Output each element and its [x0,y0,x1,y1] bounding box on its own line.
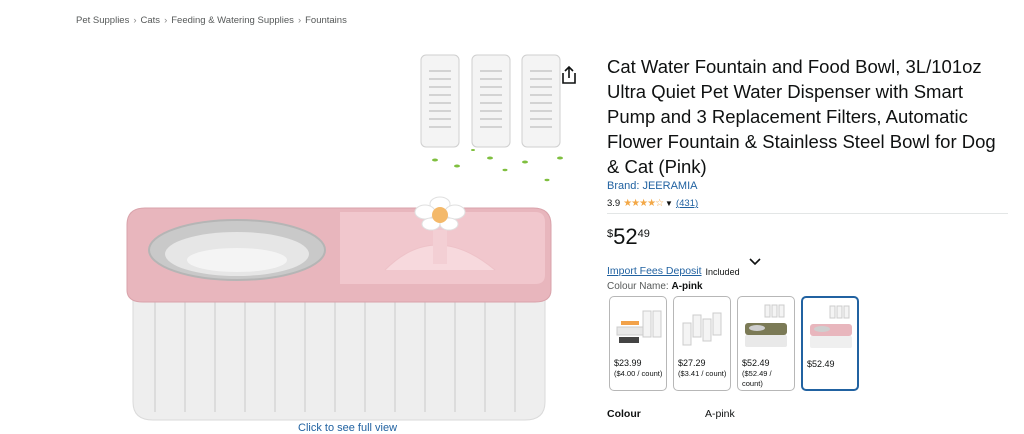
colour-swatch-selected[interactable]: $52.49 [801,296,859,391]
spec-label: Colour [607,408,641,420]
spec-value: A-pink [705,408,735,420]
breadcrumb-cats[interactable]: Cats [141,15,161,26]
swatch-price: $27.29 [678,358,706,368]
swatch-image [682,312,722,346]
star-rating-icon[interactable]: ★★★★☆ [623,198,664,209]
colour-swatches: $23.99 ($4.00 / count) $27.29 ($3.41 / c… [609,296,865,391]
price: $ 52 49 [607,224,650,250]
chevron-down-icon[interactable]: ▼ [665,199,673,208]
rating-row: 3.9 ★★★★☆ ▼ (431) [607,198,698,209]
colour-name: Colour Name: A-pink [607,281,703,292]
full-view-link[interactable]: Click to see full view [298,422,397,434]
price-fraction: 49 [637,228,650,240]
chevron-down-icon[interactable] [748,255,762,269]
colour-swatch[interactable]: $27.29 ($3.41 / count) [673,296,731,391]
swatch-unit-price: ($4.00 / count) [614,369,663,378]
ratings-count-link[interactable]: (431) [676,198,698,209]
colour-name-value: A-pink [671,281,703,292]
breadcrumb-separator: › [133,15,137,26]
swatch-price: $23.99 [614,358,642,368]
divider [607,213,1008,214]
colour-name-label: Colour Name: [607,281,669,292]
brand-link[interactable]: Brand: JEERAMIA [607,180,697,192]
breadcrumb-pet-supplies[interactable]: Pet Supplies [76,15,129,26]
import-fees-link[interactable]: Import Fees Deposit [607,265,702,277]
price-whole: 52 [613,224,638,249]
share-icon[interactable] [559,64,579,86]
product-title: Cat Water Fountain and Food Bowl, 3L/101… [607,56,996,177]
import-fees-status: Included [705,267,740,277]
breadcrumb-separator: › [164,15,168,26]
colour-swatch[interactable]: $52.49 ($52.49 / count) [737,296,795,391]
swatch-unit-price: ($3.41 / count) [678,369,727,378]
spec-row-colour: Colour A-pink [607,408,735,420]
swatch-price: $52.49 [807,359,835,369]
rating-value: 3.9 [607,198,621,209]
fountain-bowl-image [126,196,552,421]
swatch-image [810,305,852,348]
product-main-image[interactable] [95,40,595,430]
swatch-unit-price: ($52.49 / count) [742,369,772,388]
swatch-image [616,310,662,343]
colour-swatch[interactable]: $23.99 ($4.00 / count) [609,296,667,391]
breadcrumb-separator: › [297,15,302,26]
replacement-filters-image [420,54,563,182]
breadcrumb-fountains[interactable]: Fountains [305,15,347,26]
breadcrumb: Pet Supplies › Cats › Feeding & Watering Sup… [76,15,347,26]
breadcrumb-feeding-watering[interactable]: Feeding & Watering Supplies [171,15,294,26]
swatch-price: $52.49 [742,358,770,368]
swatch-image [745,304,787,347]
import-fees-row: Import Fees Deposit Included [607,264,740,278]
